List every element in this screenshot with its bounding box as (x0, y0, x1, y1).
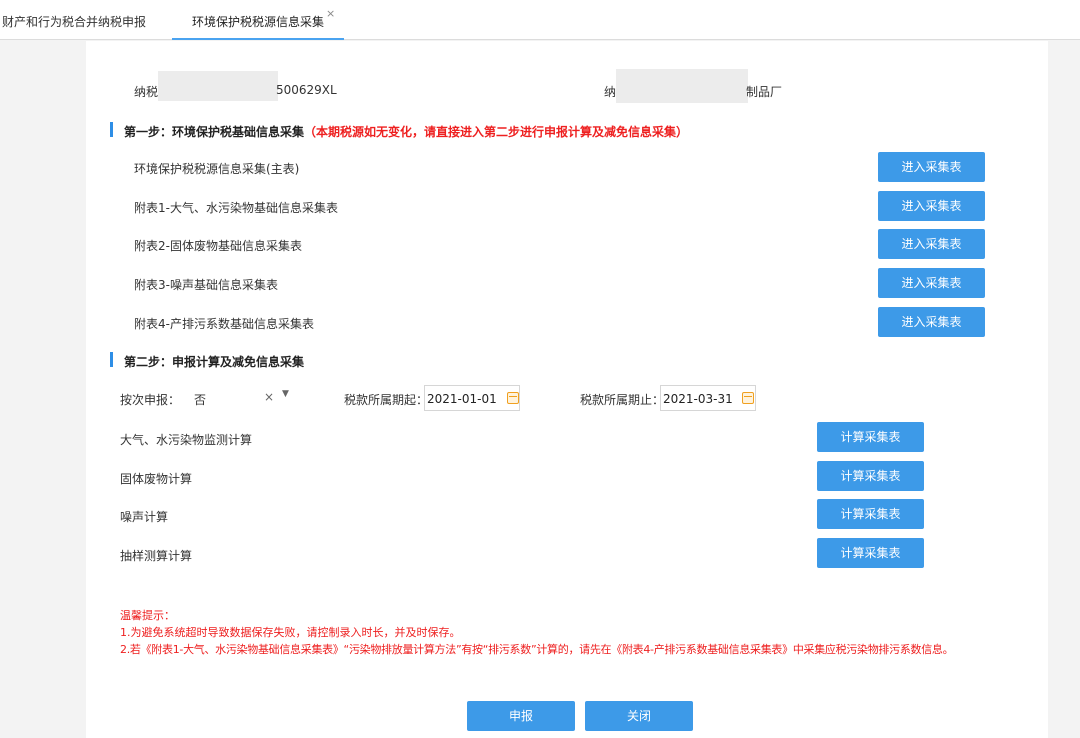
section-marker (110, 122, 113, 137)
by-time-value: 否 (194, 393, 207, 407)
redacted-block (158, 71, 278, 101)
step1-note: （本期税源如无变化，请直接进入第二步进行申报计算及减免信息采集） (304, 125, 689, 139)
close-icon[interactable]: × (326, 0, 335, 34)
period-start-field[interactable]: 2021-01-01 (424, 385, 520, 411)
redacted-block (616, 69, 748, 103)
chevron-down-icon[interactable]: ▼ (282, 389, 289, 399)
clear-icon[interactable]: × (264, 390, 274, 404)
taxpayer-id-label: 纳税 (134, 85, 159, 99)
calendar-icon[interactable] (742, 392, 754, 404)
tips-block: 温馨提示： 1.为避免系统超时导致数据保存失败，请控制录入时长，并及时保存。 2… (120, 607, 1040, 658)
submit-declaration-button[interactable]: 申报 (467, 701, 575, 731)
step1-title: 第一步：环境保护税基础信息采集（本期税源如无变化，请直接进入第二步进行申报计算及… (124, 125, 689, 139)
tab-env-tax-source-collection[interactable]: 环境保护税税源信息采集 × (172, 0, 344, 40)
taxpayer-id-value: 500629XL (276, 83, 337, 97)
calc-air-water-button[interactable]: 计算采集表 (817, 422, 924, 452)
tab-label: 环境保护税税源信息采集 (191, 15, 324, 29)
close-button[interactable]: 关闭 (585, 701, 693, 731)
step2-row-label: 固体废物计算 (120, 472, 193, 486)
step1-row-label: 附表2-固体废物基础信息采集表 (134, 239, 302, 253)
calc-sampling-button[interactable]: 计算采集表 (817, 538, 924, 568)
tab-property-tax-declaration[interactable]: 财产和行为税合并纳税申报 (2, 0, 146, 40)
step2-title: 第二步：申报计算及减免信息采集 (124, 355, 305, 369)
period-end-value: 2021-03-31 (663, 392, 733, 406)
step1-row-label: 环境保护税税源信息采集(主表) (134, 162, 300, 176)
step2-row-label: 噪声计算 (120, 510, 169, 524)
calc-solid-waste-button[interactable]: 计算采集表 (817, 461, 924, 491)
step1-row-label: 附表4-产排污系数基础信息采集表 (134, 317, 314, 331)
calc-noise-button[interactable]: 计算采集表 (817, 499, 924, 529)
enter-attachment3-button[interactable]: 进入采集表 (878, 268, 985, 298)
taxpayer-name-value: 制品厂 (746, 85, 783, 99)
tips-title: 温馨提示： (120, 609, 175, 622)
tips-line-2: 2.若《附表1-大气、水污染物基础信息采集表》“污染物排放量计算方法”有按“排污… (120, 643, 954, 656)
enter-attachment2-button[interactable]: 进入采集表 (878, 229, 985, 259)
calendar-icon[interactable] (507, 392, 519, 404)
main-panel: 纳税 500629XL 纳 制品厂 第一步：环境保护税基础信息采集（本期税源如无… (86, 41, 1048, 738)
step2-row-label: 大气、水污染物监测计算 (120, 433, 253, 447)
tips-line-1: 1.为避免系统超时导致数据保存失败，请控制录入时长，并及时保存。 (120, 626, 461, 639)
by-time-select[interactable]: 否 × ▼ (194, 385, 302, 411)
period-end-label: 税款所属期止： (580, 393, 665, 407)
section-marker (110, 352, 113, 367)
enter-attachment4-button[interactable]: 进入采集表 (878, 307, 985, 337)
period-start-value: 2021-01-01 (427, 392, 497, 406)
step1-row-label: 附表1-大气、水污染物基础信息采集表 (134, 201, 338, 215)
tab-bar: 财产和行为税合并纳税申报 环境保护税税源信息采集 × (0, 0, 1080, 40)
enter-main-form-button[interactable]: 进入采集表 (878, 152, 985, 182)
enter-attachment1-button[interactable]: 进入采集表 (878, 191, 985, 221)
by-time-label: 按次申报： (120, 393, 181, 407)
taxpayer-name-label: 纳 (604, 85, 617, 99)
step2-row-label: 抽样测算计算 (120, 549, 193, 563)
step1-row-label: 附表3-噪声基础信息采集表 (134, 278, 278, 292)
period-start-label: 税款所属期起： (344, 393, 429, 407)
